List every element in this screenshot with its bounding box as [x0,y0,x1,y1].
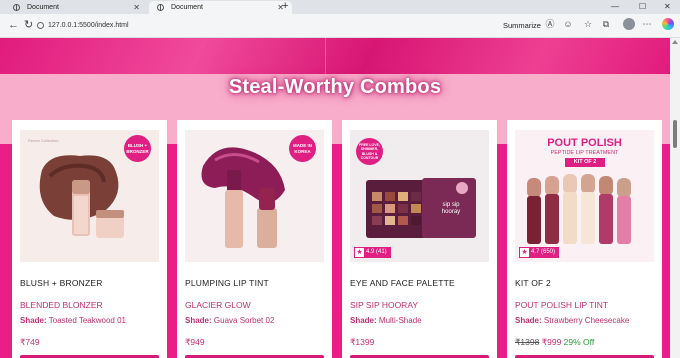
tab-title: Document [27,4,59,11]
rating-badge: ★ 4.7 (650) [519,247,560,258]
browser-tab[interactable]: Document ✕ [5,1,148,14]
original-price: ₹1398 [515,337,540,347]
product-card[interactable]: MADE IN KOREA PLUMPING LIP TINT GLACIER … [177,120,332,358]
scrollbar-thumb[interactable] [673,120,677,148]
price-value: ₹949 [185,337,205,347]
discount-label: 29% Off [563,337,595,347]
product-price: ₹1399 [350,337,374,348]
product-image[interactable]: MADE IN KOREA [185,130,324,262]
price-value: ₹749 [20,337,40,347]
favorite-star-icon[interactable]: ☆ [583,19,593,29]
browser-tab-active[interactable]: Document ✕ [149,1,292,14]
more-options-icon[interactable]: ⋯ [642,19,652,29]
product-card[interactable]: sip sip hooray FREE LOVE, SHIMMER, BLUSH… [342,120,497,358]
product-subtitle: GLACIER GLOW [185,300,251,310]
palette-text: sip sip hooray [441,202,461,215]
scroll-up-arrow-icon[interactable] [672,40,678,44]
summarize-button[interactable]: Summarize [503,20,541,32]
product-name[interactable]: EYE AND FACE PALETTE [350,278,455,288]
product-card[interactable]: POUT POLISH PEPTIDE LIP TREATMENT KIT OF… [507,120,662,358]
shade-value: Guava Sorbet 02 [213,316,275,325]
product-card[interactable]: Renee Collection BLUSH + BRONZER BLUSH +… [12,120,167,358]
product-shade: Shade: Guava Sorbet 02 [185,316,274,325]
star-icon: ★ [355,248,364,257]
product-shade: Shade: Multi-Shade [350,316,422,325]
copilot-icon[interactable] [662,18,674,30]
window-close-icon[interactable]: ✕ [664,0,671,14]
read-aloud-icon[interactable]: Ⓐ [545,19,555,29]
rating-value: 4.9 (41) [366,249,387,255]
product-subtitle: POUT POLISH LIP TINT [515,300,609,310]
site-info-icon[interactable] [37,22,44,29]
rating-badge: ★ 4.9 (41) [354,247,391,258]
product-shade: Shade: Strawberry Cheesecake [515,316,629,325]
product-price: ₹1398 ₹999 29% Off [515,337,594,348]
product-badge: FREE LOVE, SHIMMER, BLUSH & CONTOUR [356,138,383,165]
extensions-icon[interactable]: ☺ [563,19,573,29]
product-price: ₹749 [20,337,40,348]
address-toolbar: ← ↻ 127.0.0.1:5500/index.html Summarize … [0,14,680,38]
product-subtitle: BLENDED BLONZER [20,300,103,310]
page-scrollbar[interactable] [670,38,680,358]
back-arrow-icon[interactable]: ← [8,19,19,32]
product-badge: MADE IN KOREA [289,135,316,162]
lip-tubes-illustration [527,174,631,244]
shade-label: Shade: [20,316,47,325]
star-icon: ★ [520,248,529,257]
globe-icon [157,4,164,11]
reload-icon[interactable]: ↻ [24,19,33,32]
product-name[interactable]: BLUSH + BRONZER [20,278,103,288]
shade-label: Shade: [185,316,212,325]
product-name[interactable]: KIT OF 2 [515,278,551,288]
shade-label: Shade: [350,316,377,325]
product-subtitle: SIP SIP HOORAY [350,300,419,310]
product-name[interactable]: PLUMPING LIP TINT [185,278,269,288]
url-text: 127.0.0.1:5500/index.html [48,22,129,29]
product-image[interactable]: Renee Collection BLUSH + BRONZER [20,130,159,262]
rating-value: 4.7 (650) [531,249,556,255]
maximize-icon[interactable]: ☐ [639,0,646,14]
globe-icon [13,4,20,11]
collections-icon[interactable]: ⧉ [601,19,611,29]
product-shade: Shade: Toasted Teakwood 01 [20,316,126,325]
product-price: ₹949 [185,337,205,348]
shade-value: Toasted Teakwood 01 [48,316,126,325]
browser-tab-bar: Document ✕ Document ✕ + — ☐ ✕ [0,0,680,14]
close-icon[interactable]: ✕ [133,1,140,14]
url-bar[interactable]: 127.0.0.1:5500/index.html [37,18,497,33]
shade-value: Multi-Shade [378,316,422,325]
minimize-icon[interactable]: — [611,0,619,14]
hero-banner [0,38,670,74]
shade-value: Strawberry Cheesecake [543,316,630,325]
new-tab-icon[interactable]: + [282,0,288,13]
product-image[interactable]: sip sip hooray FREE LOVE, SHIMMER, BLUSH… [350,130,489,262]
profile-avatar[interactable] [623,18,635,30]
shade-label: Shade: [515,316,542,325]
section-title: Steal-Worthy Combos [228,76,442,98]
tab-title: Document [171,4,203,11]
product-image[interactable]: POUT POLISH PEPTIDE LIP TREATMENT KIT OF… [515,130,654,262]
price-value: ₹1399 [350,337,375,347]
price-value: ₹999 [541,337,562,347]
product-badge: BLUSH + BRONZER [124,135,151,162]
